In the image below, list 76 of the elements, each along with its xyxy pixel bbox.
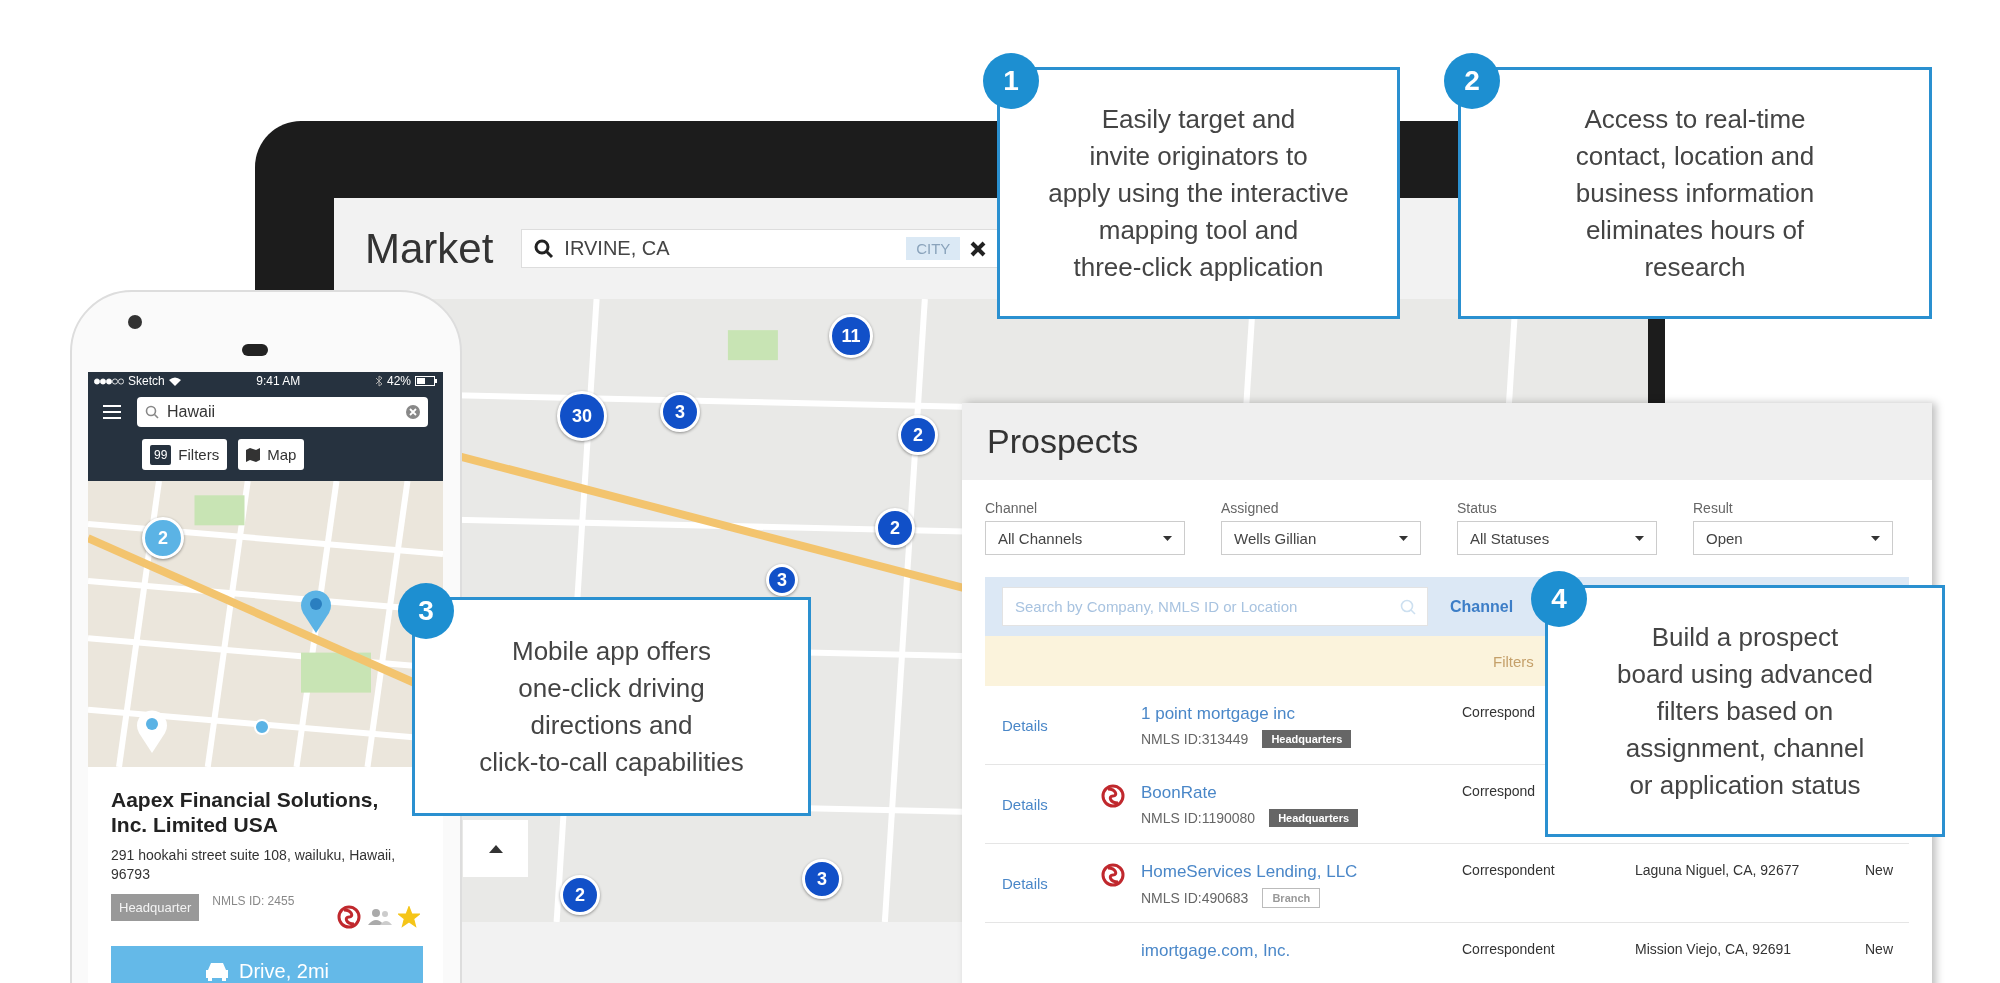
battery-icon	[415, 376, 437, 386]
number-badge: 1	[983, 53, 1039, 109]
battery-text: 42%	[386, 374, 411, 388]
office-type-tag: Branch	[1262, 888, 1321, 908]
filter-label: Status	[1457, 500, 1498, 516]
search-field[interactable]: IRVINE, CA CITY	[521, 229, 1000, 268]
filter-label: Channel	[985, 500, 1039, 516]
caret-icon	[1399, 535, 1408, 541]
search-field[interactable]: Search by Company, NMLS ID or Location	[1002, 587, 1428, 626]
car-icon	[205, 961, 229, 981]
location-dot-icon	[254, 719, 270, 735]
close-icon[interactable]	[970, 240, 987, 257]
camera-icon	[127, 314, 143, 330]
caret-icon	[1163, 535, 1172, 541]
map-pin-icon[interactable]	[136, 709, 168, 753]
caret-icon	[1635, 535, 1644, 541]
search-icon	[145, 405, 159, 419]
filter-dropdown[interactable]: Wells Gillian	[1221, 521, 1421, 555]
clear-icon[interactable]	[406, 405, 420, 419]
caret-icon	[1871, 535, 1880, 541]
bluetooth-icon	[375, 375, 383, 387]
headquarter-tag: Headquarter	[111, 894, 200, 921]
wifi-icon	[168, 376, 181, 386]
company-name: Aapex Financial Solutions, Inc. Limited USA	[111, 787, 380, 837]
map-icon	[246, 447, 261, 462]
details-link[interactable]: Details	[985, 796, 1048, 813]
company-link[interactable]: imortgage.com, Inc.	[1141, 941, 1462, 961]
star-icon[interactable]	[398, 906, 420, 928]
location-cell-text: Laguna Niguel, CA, 92677	[1635, 862, 1801, 878]
signal-icon	[94, 377, 124, 385]
filter-dropdown[interactable]: All Statuses	[1457, 521, 1657, 555]
office-type-tag: Headquarters	[1269, 809, 1359, 827]
company-address: 291 hookahi street suite 108, wailuku, Hawaii, 96793	[111, 846, 397, 884]
filters-button[interactable]: 99 Filters	[142, 439, 228, 470]
clock-text: 9:41 AM	[256, 374, 301, 388]
people-icon	[368, 909, 392, 925]
callout-text: Mobile app offers one-click driving directions and click-to-call capabilities	[479, 634, 744, 779]
channel-cell-text: Correspondent	[1462, 941, 1556, 957]
logo-icon	[336, 904, 362, 930]
filter-label: Result	[1693, 500, 1734, 516]
page-title: Market	[365, 224, 494, 273]
map-pin-icon[interactable]	[300, 589, 332, 633]
details-link[interactable]: Details	[985, 875, 1048, 892]
menu-icon[interactable]	[103, 405, 121, 419]
channel-cell-text: Correspondent	[1462, 862, 1556, 878]
panel-title: Prospects	[987, 422, 1139, 461]
nmls-id: NMLS ID: 2455	[212, 894, 296, 908]
filter-label: Assigned	[1221, 500, 1280, 516]
office-type-tag: Headquarters	[1262, 730, 1352, 748]
city-tag: CITY	[906, 237, 961, 260]
status-cell-text: New	[1865, 862, 1894, 878]
callout-text: Easily target and invite originators to apply using the interactive mapping tool and three-click application	[1048, 102, 1349, 284]
company-link[interactable]: 1 point mortgage inc	[1141, 704, 1462, 724]
speaker-icon	[242, 344, 268, 356]
filter-dropdown[interactable]: All Channels	[985, 521, 1185, 555]
search-field[interactable]: Hawaii	[137, 397, 428, 427]
filters-notice: Filters	[1493, 652, 1534, 670]
location-cell-text: Mission Viejo, CA, 92691	[1635, 941, 1793, 957]
carrier-text: Sketch	[128, 374, 165, 388]
map-button[interactable]: Map	[238, 439, 305, 470]
caret-icon	[488, 844, 503, 853]
nmls-id: NMLS ID:313449	[1141, 731, 1249, 747]
company-link[interactable]: HomeServices Lending, LLC	[1141, 862, 1462, 882]
nmls-id: NMLS ID:1190080	[1141, 810, 1256, 826]
callout-text: Build a prospect board using advanced filters based on assignment, channel or application status	[1617, 620, 1873, 802]
status-cell-text: New	[1865, 941, 1894, 957]
filter-dropdown[interactable]: Open	[1693, 521, 1893, 555]
search-icon	[534, 238, 555, 259]
channel-cell-text: Correspond	[1462, 783, 1537, 799]
channel-cell-text: Correspond	[1462, 704, 1537, 720]
nmls-id: NMLS ID:490683	[1141, 890, 1249, 906]
callout-text: Access to real-time contact, location and business information eliminates hours of research	[1575, 102, 1815, 284]
details-link[interactable]: Details	[985, 717, 1048, 734]
company-link[interactable]: BoonRate	[1141, 783, 1462, 803]
number-badge: 2	[1444, 53, 1500, 109]
filter-count-badge: 99	[150, 444, 172, 465]
